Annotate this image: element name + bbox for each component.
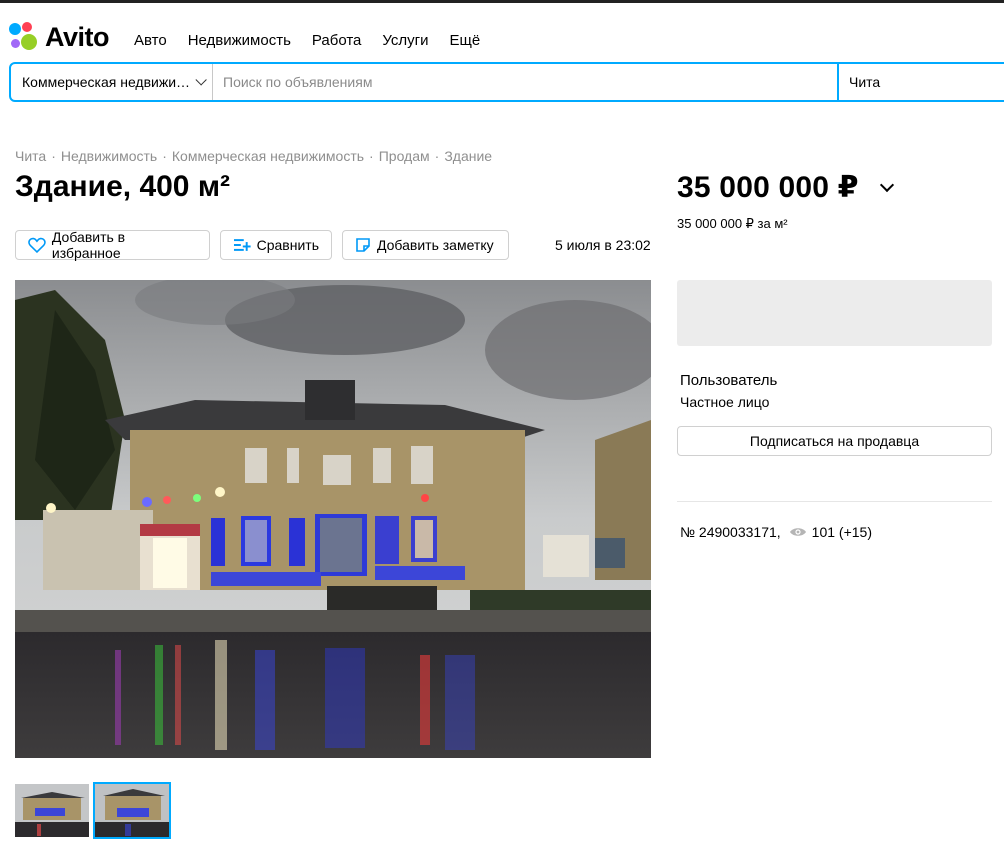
thumbnail-image [15,784,89,837]
page-title: Здание, 400 м² [15,170,231,203]
ad-meta: № 2490033171, 101 (+15) [680,524,872,540]
nav-services[interactable]: Услуги [382,32,428,49]
nav-more[interactable]: Ещё [450,32,481,49]
category-select[interactable]: Коммерческая недвижи… [11,64,213,100]
price-per-sqm: 35 000 000 ₽ за м² [677,216,788,231]
main-photo[interactable] [15,280,651,758]
seller-type: Частное лицо [680,394,770,410]
category-select-label: Коммерческая недвижи… [22,74,191,90]
show-phone-placeholder[interactable] [677,280,992,346]
top-nav: Авто Недвижимость Работа Услуги Ещё [134,32,501,49]
chevron-down-icon[interactable] [879,177,895,193]
nav-auto[interactable]: Авто [134,32,167,49]
heart-icon [28,237,46,253]
eye-icon [789,528,806,536]
logo-text: Avito [45,21,110,52]
photo-thumbnail-active[interactable] [93,782,171,839]
chevron-down-icon [195,74,207,86]
city-select[interactable]: Чита [837,64,1004,100]
compare-button[interactable]: Сравнить [220,230,332,260]
subscribe-seller-button[interactable]: Подписаться на продавца [677,426,992,456]
breadcrumb: Чита · Недвижимость · Коммерческая недвижи… [15,148,493,164]
breadcrumb-item[interactable]: Недвижимость [61,148,157,164]
compare-label: Сравнить [256,237,319,253]
publish-date: 5 июля в 23:02 [555,237,651,253]
subscribe-seller-label: Подписаться на продавца [749,433,920,449]
logo-dots-icon [9,22,39,52]
breadcrumb-item[interactable]: Продам [379,148,430,164]
avito-logo[interactable]: Avito [9,21,110,52]
compare-icon [233,239,251,251]
search-bar: Коммерческая недвижи… Чита [9,62,1004,102]
note-icon [356,238,370,252]
photo-thumbnail[interactable] [15,784,89,837]
building-photo-image [15,280,651,758]
view-count: 101 (+15) [811,524,872,540]
breadcrumb-item[interactable]: Чита [15,148,46,164]
price: 35 000 000 ₽ [677,171,859,204]
add-note-label: Добавить заметку [377,237,494,253]
city-label: Чита [849,74,881,90]
add-to-favorites-label: Добавить в избранное [51,229,126,261]
add-to-favorites-button[interactable]: Добавить в избранное [15,229,210,261]
search-input[interactable] [213,64,837,100]
add-note-button[interactable]: Добавить заметку [342,230,509,260]
top-border [0,0,1004,3]
thumbnail-image [95,784,169,837]
breadcrumb-item[interactable]: Коммерческая недвижимость [172,148,364,164]
ad-number: № 2490033171, [680,524,781,540]
breadcrumb-item[interactable]: Здание [444,148,492,164]
nav-realty[interactable]: Недвижимость [188,32,291,49]
divider [677,501,992,502]
seller-name[interactable]: Пользователь [680,372,777,389]
nav-jobs[interactable]: Работа [312,32,362,49]
